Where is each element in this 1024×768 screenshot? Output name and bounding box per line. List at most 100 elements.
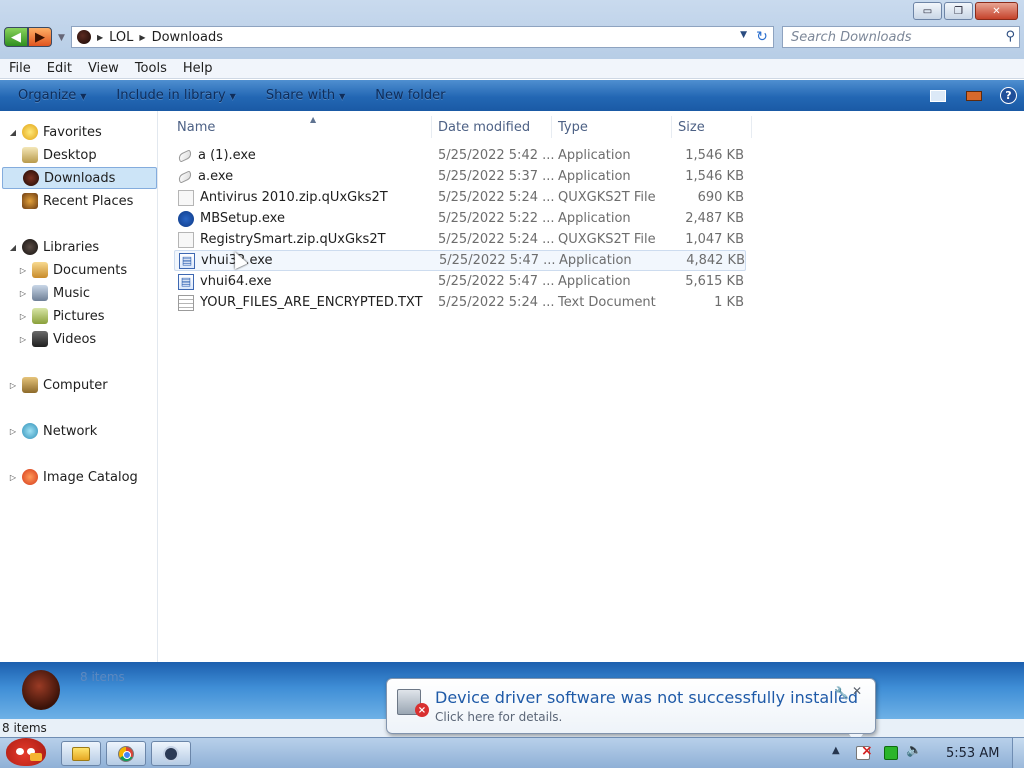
nav-computer-label: Computer xyxy=(43,377,108,393)
column-header-size[interactable]: Size xyxy=(672,116,752,138)
show-hidden-icons-icon[interactable]: ▲ xyxy=(832,745,840,756)
nav-pictures[interactable]: ▷ Pictures xyxy=(18,305,104,327)
nav-network-label: Network xyxy=(43,423,98,439)
taskbar-app-button[interactable] xyxy=(151,741,191,766)
forward-button[interactable]: ▶ xyxy=(28,27,52,47)
search-icon[interactable]: ⚲ xyxy=(1005,29,1015,44)
column-header-date-modified[interactable]: Date modified xyxy=(432,116,552,138)
expand-arrow-icon[interactable]: ▷ xyxy=(8,427,18,436)
file-name: RegistrySmart.zip.qUxGks2T xyxy=(200,232,386,247)
expand-arrow-icon[interactable]: ▷ xyxy=(18,335,28,344)
file-date: 5/25/2022 5:47 ... xyxy=(439,253,556,268)
volume-icon[interactable]: 🔈 xyxy=(906,743,922,758)
nav-downloads[interactable]: Downloads xyxy=(2,167,157,189)
file-type: QUXGKS2T File xyxy=(558,190,656,205)
application-icon xyxy=(176,148,194,163)
collapse-arrow-icon[interactable]: ◢ xyxy=(8,243,18,252)
details-item-count: 8 items xyxy=(80,670,125,684)
search-box[interactable]: ⚲ xyxy=(782,26,1020,48)
minimize-button[interactable]: ▭ xyxy=(913,2,942,20)
share-with-button[interactable]: Share with ▼ xyxy=(266,88,345,103)
close-button[interactable]: ✕ xyxy=(975,2,1018,20)
maximize-button[interactable]: ❐ xyxy=(944,2,973,20)
nav-favorites[interactable]: ◢ Favorites xyxy=(8,121,102,143)
driver-install-notification[interactable]: × Device driver software was not success… xyxy=(386,678,876,744)
help-icon[interactable]: ? xyxy=(1000,87,1017,104)
menu-edit[interactable]: Edit xyxy=(38,61,79,76)
file-size: 4,842 KB xyxy=(686,253,745,268)
file-row[interactable]: ▤ vhui64.exe 5/25/2022 5:47 ... Applicat… xyxy=(174,271,746,292)
address-bar[interactable]: ▶ LOL ▶ Downloads ▼ ↻ xyxy=(71,26,774,48)
preview-pane-icon[interactable] xyxy=(966,90,982,101)
view-controls: ? xyxy=(930,80,1024,111)
show-desktop-button[interactable] xyxy=(1012,738,1024,768)
expand-arrow-icon[interactable]: ▷ xyxy=(18,266,28,275)
file-type: Application xyxy=(559,253,632,268)
file-name: YOUR_FILES_ARE_ENCRYPTED.TXT xyxy=(200,295,423,310)
file-row[interactable]: a (1).exe 5/25/2022 5:42 ... Application… xyxy=(174,145,746,166)
back-arrow-icon: ◀ xyxy=(11,29,21,45)
nav-music[interactable]: ▷ Music xyxy=(18,282,90,304)
taskbar-clock[interactable]: 5:53 AM xyxy=(946,746,999,761)
menu-help[interactable]: Help xyxy=(174,61,220,76)
desktop-icon xyxy=(22,147,38,163)
column-type-label: Type xyxy=(558,119,588,135)
file-row[interactable]: YOUR_FILES_ARE_ENCRYPTED.TXT 5/25/2022 5… xyxy=(174,292,746,313)
menu-tools[interactable]: Tools xyxy=(126,61,174,76)
change-view-icon[interactable] xyxy=(930,89,946,102)
recent-pages-dropdown-icon[interactable]: ▼ xyxy=(58,33,65,43)
refresh-icon[interactable]: ↻ xyxy=(753,28,771,46)
wrench-icon[interactable]: 🔧 xyxy=(834,686,849,700)
breadcrumb-downloads[interactable]: Downloads xyxy=(152,30,223,45)
file-row[interactable]: ▤ vhui32.exe 5/25/2022 5:47 ... Applicat… xyxy=(174,250,746,271)
organize-button[interactable]: Organize ▼ xyxy=(18,88,86,103)
breadcrumb-lol[interactable]: LOL xyxy=(109,30,133,45)
expand-arrow-icon[interactable]: ▷ xyxy=(18,289,28,298)
network-status-icon[interactable] xyxy=(884,746,898,760)
back-button[interactable]: ◀ xyxy=(4,27,28,47)
file-row[interactable]: a.exe 5/25/2022 5:37 ... Application 1,5… xyxy=(174,166,746,187)
chevron-down-icon: ▼ xyxy=(229,92,236,101)
taskbar-explorer-button[interactable] xyxy=(61,741,101,766)
file-row[interactable]: Antivirus 2010.zip.qUxGks2T 5/25/2022 5:… xyxy=(174,187,746,208)
notification-details-link[interactable]: Click here for details. xyxy=(435,710,562,724)
file-date: 5/25/2022 5:24 ... xyxy=(438,190,555,205)
file-date: 5/25/2022 5:24 ... xyxy=(438,232,555,247)
nav-image-catalog[interactable]: ▷ Image Catalog xyxy=(8,466,138,488)
close-icon[interactable]: ✕ xyxy=(852,684,862,698)
file-row[interactable]: RegistrySmart.zip.qUxGks2T 5/25/2022 5:2… xyxy=(174,229,746,250)
breadcrumb-arrow-icon[interactable]: ▶ xyxy=(139,33,145,42)
nav-documents[interactable]: ▷ Documents xyxy=(18,259,127,281)
column-header-name[interactable]: Name ▲ xyxy=(171,115,432,138)
file-row[interactable]: MBSetup.exe 5/25/2022 5:22 ... Applicati… xyxy=(174,208,746,229)
expand-arrow-icon[interactable]: ▷ xyxy=(18,312,28,321)
tray-error-icon[interactable] xyxy=(856,743,873,760)
search-input[interactable] xyxy=(791,29,991,45)
forward-arrow-icon: ▶ xyxy=(35,29,45,45)
breadcrumb-arrow-icon[interactable]: ▶ xyxy=(97,33,103,42)
file-date: 5/25/2022 5:37 ... xyxy=(438,169,555,184)
notification-title[interactable]: Device driver software was not successfu… xyxy=(435,688,858,707)
file-date: 5/25/2022 5:42 ... xyxy=(438,148,555,163)
menu-view[interactable]: View xyxy=(79,61,126,76)
favorites-star-icon xyxy=(22,124,38,140)
nav-computer[interactable]: ▷ Computer xyxy=(8,374,108,396)
expand-arrow-icon[interactable]: ▷ xyxy=(8,381,18,390)
expand-arrow-icon[interactable]: ▷ xyxy=(8,473,18,482)
collapse-arrow-icon[interactable]: ◢ xyxy=(8,128,18,137)
nav-videos[interactable]: ▷ Videos xyxy=(18,328,96,350)
nav-network[interactable]: ▷ Network xyxy=(8,420,97,442)
nav-desktop[interactable]: Desktop xyxy=(18,144,97,166)
taskbar: ▲ 🔈 5:53 AM xyxy=(0,737,1024,768)
address-dropdown-icon[interactable]: ▼ xyxy=(740,30,747,40)
start-button[interactable] xyxy=(0,732,50,768)
column-header-type[interactable]: Type xyxy=(552,116,672,138)
taskbar-chrome-button[interactable] xyxy=(106,741,146,766)
new-folder-button[interactable]: New folder xyxy=(375,88,445,103)
include-in-library-button[interactable]: Include in library ▼ xyxy=(116,88,235,103)
chevron-down-icon: ▼ xyxy=(80,92,87,101)
nav-recent-places[interactable]: Recent Places xyxy=(18,190,133,212)
file-type: Text Document xyxy=(558,295,656,310)
menu-file[interactable]: File xyxy=(0,61,38,76)
nav-libraries[interactable]: ◢ Libraries xyxy=(8,236,99,258)
